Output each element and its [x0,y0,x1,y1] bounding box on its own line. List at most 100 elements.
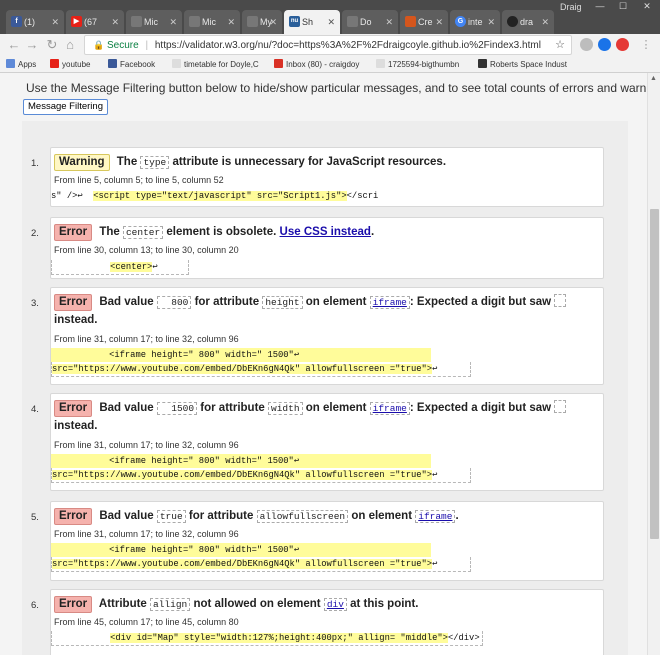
tab-google[interactable]: G inte ✕ [450,10,500,34]
message-heading: Error Attribute allign not allowed on el… [54,596,418,613]
scroll-up-icon[interactable]: ▲ [650,75,657,82]
extension-icon[interactable] [580,38,593,51]
iframe-link[interactable]: iframe [415,510,456,523]
results-panel: 1. Warning The type attribute is unneces… [22,121,628,655]
message-number: 1. [31,158,39,169]
code-fragment: allowfullscreen [256,510,349,523]
bookmark-rsi[interactable]: Roberts Space Indust [478,59,567,70]
warning-badge: Warning [54,154,110,171]
code-extract-line-2: src="https://www.youtube.com/embed/DbEKn… [51,557,471,572]
location-text: From line 30, column 13; to line 30, col… [54,245,239,255]
tab-strip: f (1) ✕ ▶ (67 ✕ Mic ✕ Mic ✕ My ✕ nu Sh ✕… [0,0,660,34]
github-icon [507,16,518,27]
error-badge: Error [54,224,93,241]
code-fragment: center [122,226,164,239]
message-number: 2. [31,228,39,239]
code-extract-line-1: <iframe height=" 800" width=" 1500"↩ [51,454,431,468]
tab-validator[interactable]: nu Sh ✕ [284,10,340,34]
tab-github[interactable]: dra ✕ [502,10,554,34]
message-number: 5. [31,512,39,523]
forward-icon[interactable]: → [24,37,40,53]
iframe-link[interactable]: iframe [369,296,410,309]
message-continuation: instead. [54,420,98,432]
message-heading: Error Bad value true for attribute allow… [54,508,459,525]
tab-facebook[interactable]: f (1) ✕ [6,10,64,34]
extension-icon[interactable] [616,38,629,51]
extension-icon[interactable] [598,38,611,51]
code-fragment: type [140,156,170,169]
bookmark-inbox[interactable]: Inbox (80) - craigdoy [274,59,359,70]
message-text: Bad value [99,296,154,308]
bookmark-label: Apps [18,60,37,69]
star-icon[interactable]: ☆ [555,36,565,54]
home-icon[interactable]: ⌂ [62,37,78,53]
error-badge: Error [54,508,93,525]
back-icon[interactable]: ← [6,37,22,53]
page-icon [347,16,358,27]
message-continuation: instead. [54,314,98,326]
message-text: Attribute [98,598,147,610]
tab-youtube[interactable]: ▶ (67 ✕ [66,10,124,34]
tab-label: Mic [144,17,158,27]
close-icon[interactable]: ✕ [111,10,119,34]
code-extract-line-2: src="https://www.youtube.com/embed/DbEKn… [51,468,471,483]
close-icon[interactable]: ✕ [269,10,277,34]
scrollbar[interactable]: ▲ [647,73,660,655]
message-text: Bad value [99,510,154,522]
minimize-button[interactable]: — [589,0,611,14]
tab-mic-1[interactable]: Mic ✕ [126,10,182,34]
extract-highlight: src="https://www.youtube.com/embed/DbEKn… [52,559,433,569]
message-text: : Expected a digit but saw [409,402,552,414]
message-text: The [99,226,120,238]
message-text: at this point. [350,598,419,610]
tab-mic-2[interactable]: Mic ✕ [184,10,240,34]
tab-cre[interactable]: Cre ✕ [400,10,448,34]
close-icon[interactable]: ✕ [487,10,495,34]
youtube-icon: ▶ [71,16,82,27]
extract-text: ↩ [432,364,454,374]
code-extract-line-1: <iframe height=" 800" width=" 1500"↩ [51,348,431,362]
maximize-button[interactable]: ☐ [612,0,634,14]
tab-do[interactable]: Do ✕ [342,10,398,34]
div-link[interactable]: div [323,598,347,611]
message-text: attribute is unnecessary for JavaScript … [172,156,447,168]
close-window-button[interactable]: ✕ [636,0,658,14]
bookmark-timetable[interactable]: timetable for Doyle,C [172,59,259,70]
bookmark-youtube[interactable]: youtube [50,59,90,70]
validator-icon: nu [289,16,300,27]
reload-icon[interactable]: ↻ [44,37,60,53]
bookmark-label: 1725594-bigthumbn [388,60,460,69]
close-icon[interactable]: ✕ [327,10,335,34]
whitespace-char [554,400,567,413]
bookmark-facebook[interactable]: Facebook [108,59,155,70]
tab-my[interactable]: My ✕ [242,10,282,34]
bookmark-bigthumbn[interactable]: 1725594-bigthumbn [376,59,459,70]
menu-icon[interactable]: ⋮ [638,37,654,53]
extract-highlight: <div id="Map" style="width:127%;height:4… [110,633,448,643]
address-bar[interactable]: 🔒 Secure | https://validator.w3.org/nu/?… [84,35,572,55]
bookmark-apps[interactable]: Apps [6,59,36,70]
message-item: 4. Error Bad value 1500 for attribute wi… [31,393,604,491]
message-item: 2. Error The center element is obsolete.… [31,217,604,279]
location-text: From line 31, column 17; to line 32, col… [54,440,239,450]
iframe-link[interactable]: iframe [369,402,410,415]
code-fragment: height [262,296,303,309]
tab-label: Mic [202,17,216,27]
use-css-link[interactable]: Use CSS instead [280,226,371,238]
error-badge: Error [54,400,93,417]
message-text: element is obsolete. [166,226,277,238]
profile-name[interactable]: Draig [560,2,582,12]
message-filtering-button[interactable]: Message Filtering [23,99,108,115]
extract-text [52,262,110,272]
message-text: Bad value [99,402,154,414]
close-icon[interactable]: ✕ [435,10,443,34]
error-badge: Error [54,596,93,613]
close-icon[interactable]: ✕ [227,10,235,34]
close-icon[interactable]: ✕ [385,10,393,34]
close-icon[interactable]: ✕ [541,10,549,34]
divider: | [145,40,149,51]
scrollbar-thumb[interactable] [650,209,659,539]
close-icon[interactable]: ✕ [51,10,59,34]
close-icon[interactable]: ✕ [169,10,177,34]
page-icon [189,16,200,27]
